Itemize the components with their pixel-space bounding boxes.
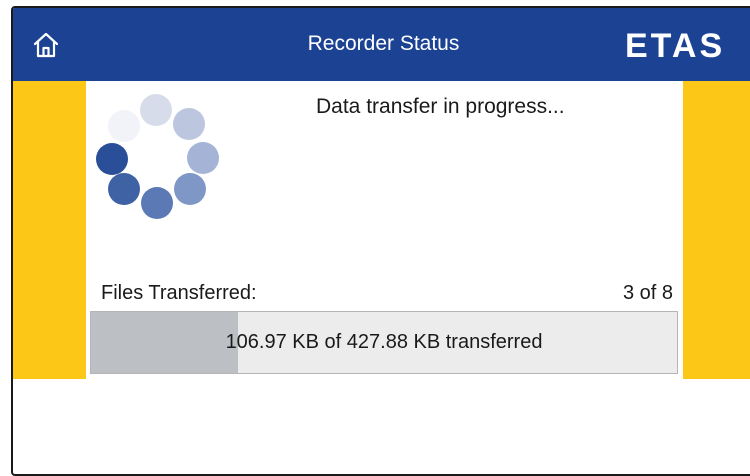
files-transferred-label: Files Transferred:	[101, 282, 257, 304]
right-accent-band	[683, 81, 750, 379]
status-panel: Data transfer in progress... Files Trans…	[86, 81, 683, 379]
etas-logo: ETAS	[625, 27, 725, 61]
progress-text: 106.97 KB of 427.88 KB transferred	[225, 331, 543, 353]
etas-logo-text: ETAS	[625, 27, 725, 61]
left-accent-band	[13, 81, 86, 379]
loading-spinner-icon	[96, 94, 219, 219]
recorder-status-window: Recorder Status ETAS Data transfer in pr…	[11, 6, 750, 476]
files-transferred-count: 3 of 8	[622, 282, 673, 304]
title-bar: Recorder Status ETAS	[13, 8, 750, 81]
transfer-status-message: Data transfer in progress...	[316, 95, 565, 118]
transfer-progress-bar: 106.97 KB of 427.88 KB transferred	[90, 311, 678, 374]
